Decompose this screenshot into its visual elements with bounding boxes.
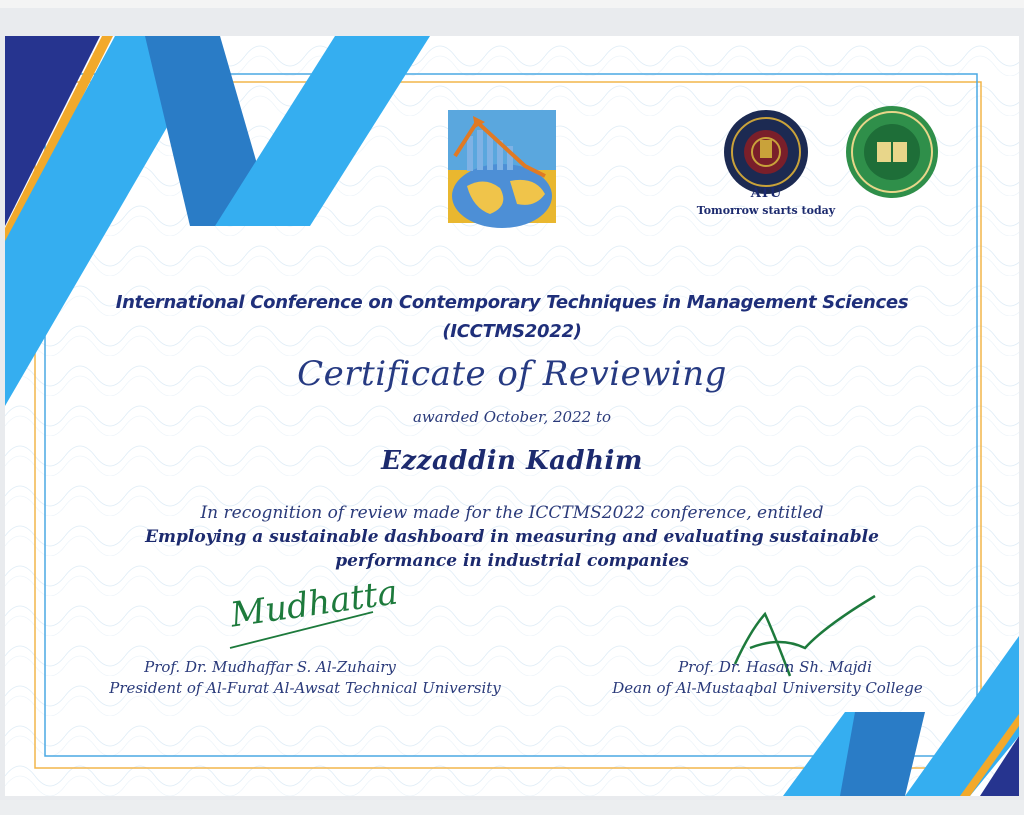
atu-name: ATU — [750, 186, 782, 201]
recipient-name: Ezzaddin Kadhim — [381, 446, 643, 476]
university-college-seal-logo — [846, 106, 938, 198]
top-page-edge — [0, 0, 1024, 8]
conference-name: International Conference on Contemporary… — [115, 292, 909, 313]
conference-globe-logo — [448, 110, 556, 228]
atu-slogan: Tomorrow starts today — [696, 204, 836, 217]
paper-title-line1: Employing a sustainable dashboard in mea… — [145, 527, 879, 547]
signatory-2-role: Dean of Al-Mustaqbal University College — [612, 679, 923, 697]
awarded-date: awarded October, 2022 to — [412, 408, 612, 426]
certificate-title: Certificate of Reviewing — [297, 354, 727, 394]
signatory-1-name: Prof. Dr. Mudhaffar S. Al-Zuhairy — [144, 658, 396, 676]
certificate-page: ATU Tomorrow starts today International … — [5, 36, 1019, 796]
atu-seal-logo — [724, 110, 808, 194]
conference-acronym: (ICCTMS2022) — [442, 321, 582, 342]
recognition-text: In recognition of review made for the IC… — [200, 503, 824, 523]
signatory-2-name: Prof. Dr. Hasan Sh. Majdi — [678, 658, 872, 676]
bottom-page-edge — [0, 800, 1024, 815]
paper-title-line2: performance in industrial companies — [335, 551, 689, 571]
signatory-1-role: President of Al-Furat Al-Awsat Technical… — [109, 679, 501, 697]
